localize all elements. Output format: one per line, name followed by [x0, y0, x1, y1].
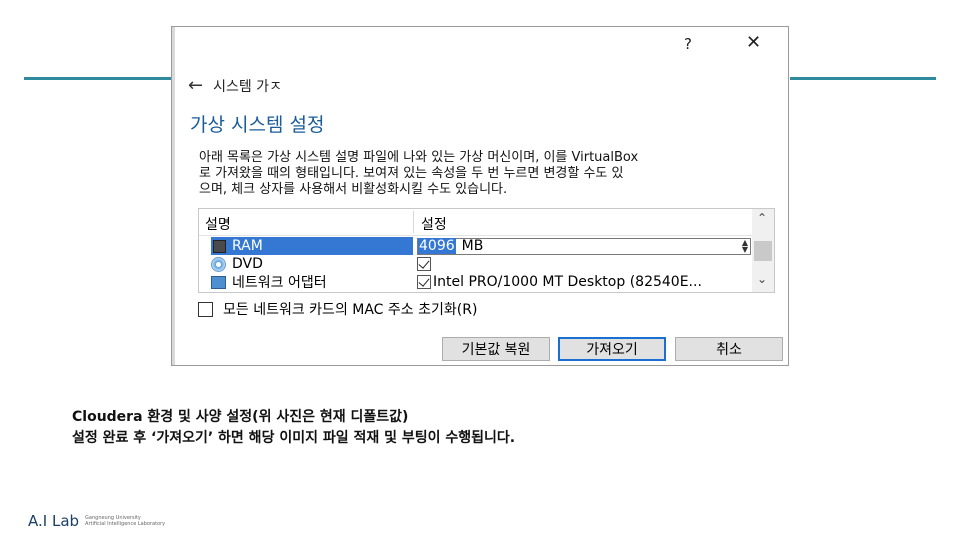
page-title: 가상 시스템 설정: [190, 114, 325, 136]
column-separator: [413, 211, 414, 233]
description-line: 으며, 체크 상자를 사용해서 비활성화시킬 수도 있습니다.: [199, 182, 508, 197]
breadcrumb: ← 시스템 가ㅈ: [188, 75, 282, 96]
mac-reset-checkbox[interactable]: [198, 301, 213, 317]
close-button[interactable]: ✕: [746, 32, 761, 53]
caption-line: 설정 완료 후 ‘가져오기’ 하면 해당 이미지 파일 적재 및 부팅이 수행됩…: [72, 430, 516, 446]
ram-chip-icon: [213, 239, 226, 253]
cancel-button[interactable]: 취소: [675, 337, 783, 361]
scroll-thumb[interactable]: [754, 241, 772, 261]
scroll-down-icon[interactable]: ⌄: [757, 272, 767, 286]
table-row[interactable]: 네트워크 어댑터 Intel PRO/1000 MT Desktop (8254…: [199, 273, 752, 291]
description-line: 아래 목록은 가상 시스템 설명 파일에 나와 있는 가상 머신이며, 이를 V…: [199, 150, 639, 165]
dialog-edge: [172, 27, 175, 365]
row-label-ram: RAM: [232, 238, 263, 254]
description-line: 로 가져왔을 때의 형태입니다. 보여져 있는 속성을 두 번 누르면 변경할 …: [199, 166, 624, 181]
table-row[interactable]: RAM 4096 MB ▲ ▼: [199, 237, 752, 255]
ram-value-cell[interactable]: 4096 MB ▲ ▼: [417, 237, 751, 255]
row-label-network: 네트워크 어댑터: [232, 275, 327, 291]
dvd-checkbox[interactable]: [417, 257, 431, 271]
restore-defaults-button[interactable]: 기본값 복원: [442, 337, 550, 361]
table-scrollbar[interactable]: ⌃ ⌄: [752, 209, 774, 292]
mac-reset-option[interactable]: 모든 네트워크 카드의 MAC 주소 초기화(R): [198, 299, 477, 319]
ram-value[interactable]: 4096: [418, 238, 456, 254]
network-value-cell[interactable]: Intel PRO/1000 MT Desktop (82540E...: [417, 273, 702, 291]
logo-subtitle-line: Artificial Intelligence Laboratory: [85, 521, 166, 527]
settings-table[interactable]: 설명 설정 RAM 4096 MB ▲ ▼ DVD 네트워크 어댑터 Intel…: [198, 208, 775, 293]
divider-line-right: [790, 77, 936, 80]
column-header-setting[interactable]: 설정: [421, 214, 447, 234]
column-header-description[interactable]: 설명: [205, 214, 231, 234]
logo-subtitle: Gangneung University Artificial Intellig…: [85, 515, 165, 527]
mac-reset-label[interactable]: 모든 네트워크 카드의 MAC 주소 초기화(R): [223, 299, 477, 319]
import-button[interactable]: 가져오기: [558, 337, 666, 361]
row-label-dvd: DVD: [232, 256, 263, 272]
dvd-disc-icon: [211, 256, 226, 272]
ram-unit: MB: [461, 238, 484, 254]
import-dialog: ? ✕ ← 시스템 가ㅈ 가상 시스템 설정 아래 목록은 가상 시스템 설명 …: [171, 26, 789, 366]
breadcrumb-label: 시스템 가ㅈ: [213, 78, 282, 95]
network-adapter-icon: [211, 275, 226, 289]
slide-caption: Cloudera 환경 및 사양 설정(위 사진은 현재 디폴트값) 설정 완료…: [72, 407, 515, 449]
dvd-value-cell[interactable]: [417, 255, 433, 273]
table-header: 설명 설정: [199, 209, 752, 236]
back-arrow-icon[interactable]: ←: [188, 75, 203, 96]
spin-arrows-icon[interactable]: ▲ ▼: [742, 238, 748, 253]
ram-spinbox[interactable]: 4096 MB ▲ ▼: [417, 237, 751, 255]
network-checkbox[interactable]: [417, 275, 431, 289]
divider-line-left: [24, 77, 174, 80]
row-name-cell[interactable]: 네트워크 어댑터: [211, 273, 327, 291]
scroll-up-icon[interactable]: ⌃: [757, 211, 767, 225]
network-adapter-value: Intel PRO/1000 MT Desktop (82540E...: [433, 274, 702, 290]
row-name-cell[interactable]: RAM: [211, 237, 413, 255]
lab-logo: A.I Lab Gangneung University Artificial …: [28, 512, 165, 530]
caption-line: Cloudera 환경 및 사양 설정(위 사진은 현재 디폴트값): [72, 409, 409, 425]
row-name-cell[interactable]: DVD: [211, 255, 263, 273]
table-row[interactable]: DVD: [199, 255, 752, 273]
logo-text: A.I Lab: [28, 512, 80, 530]
description: 아래 목록은 가상 시스템 설명 파일에 나와 있는 가상 머신이며, 이를 V…: [199, 150, 779, 198]
help-button[interactable]: ?: [684, 35, 692, 53]
